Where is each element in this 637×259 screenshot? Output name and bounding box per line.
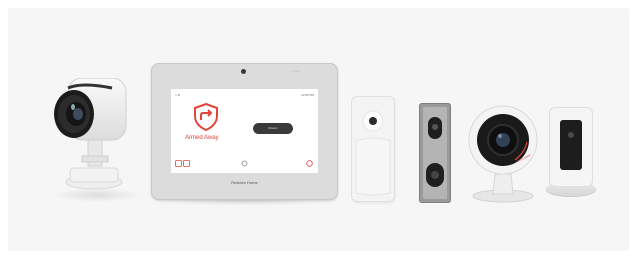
- motion-lens-icon: [362, 110, 384, 132]
- shield-arrow-icon: [194, 103, 218, 131]
- security-panel: — □ □ □ ★ 12:05 PM Armed Away Disarm Res…: [151, 63, 338, 200]
- panel-camera-icon: [241, 69, 246, 74]
- camera-lens-icon: [560, 120, 582, 170]
- bullet-camera: [54, 78, 127, 190]
- screen-status-left: □ ★: [175, 93, 181, 97]
- motion-sensor: [352, 97, 394, 201]
- motion-fresnel-lens: [355, 137, 391, 196]
- doorbell-camera-icon: [428, 117, 442, 139]
- panel-brand: Resideo Home: [231, 180, 258, 185]
- camera-body: [550, 108, 592, 186]
- emergency-icon[interactable]: [306, 160, 313, 167]
- indoor-camera: [546, 108, 596, 200]
- screen-clock: 12:05 PM: [301, 93, 314, 97]
- panel-screen: □ ★ 12:05 PM Armed Away Disarm: [171, 89, 318, 173]
- armed-status-label: Armed Away: [185, 135, 219, 141]
- mode-icon[interactable]: [183, 160, 190, 167]
- panel-top-indicators: — □ □: [291, 69, 300, 73]
- doorbell-face: [423, 107, 447, 199]
- doorbell-button-icon: [426, 163, 444, 187]
- home-icon[interactable]: [175, 160, 182, 167]
- menu-icon[interactable]: [241, 160, 248, 167]
- video-doorbell: [419, 103, 451, 203]
- disarm-button[interactable]: Disarm: [253, 123, 293, 134]
